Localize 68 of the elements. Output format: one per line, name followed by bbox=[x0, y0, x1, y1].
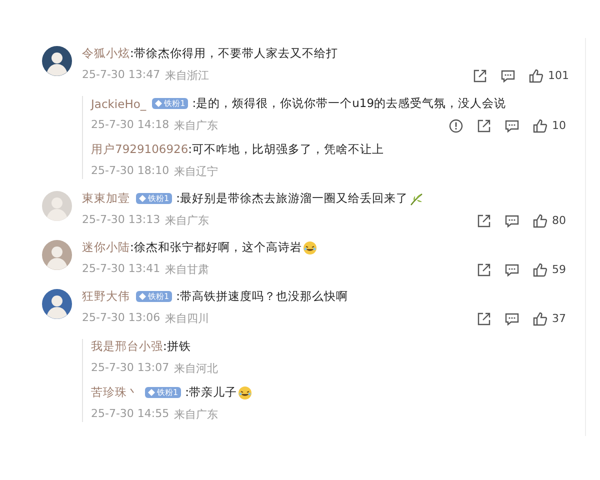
diamond-icon bbox=[155, 100, 162, 107]
location: 来自辽宁 bbox=[174, 164, 218, 179]
location: 来自四川 bbox=[165, 311, 210, 326]
timestamp: 25-7-30 13:41 bbox=[82, 262, 160, 277]
timestamp: 25-7-30 13:07 bbox=[91, 361, 170, 376]
avatar bbox=[42, 191, 72, 221]
location: 来自河北 bbox=[174, 361, 218, 376]
location: 来自广东 bbox=[165, 213, 210, 228]
comment-icon[interactable] bbox=[501, 68, 515, 82]
comment-text: :拼铁 bbox=[163, 339, 191, 354]
comment-text: :带亲儿子 bbox=[185, 385, 237, 400]
user-name[interactable]: 令狐小炫 bbox=[82, 46, 130, 61]
like-button[interactable]: 10 bbox=[533, 118, 569, 132]
avatar bbox=[42, 46, 72, 76]
comment-icon[interactable] bbox=[505, 214, 519, 228]
timestamp: 25-7-30 13:47 bbox=[82, 68, 160, 83]
location: 来自广东 bbox=[174, 118, 218, 133]
comment-text: :带徐杰你得用，不要带人家去又不给打 bbox=[130, 46, 338, 61]
user-name[interactable]: 東東加壹 bbox=[82, 191, 130, 206]
location: 来自浙江 bbox=[165, 68, 210, 83]
timestamp: 25-7-30 14:55 bbox=[91, 407, 170, 422]
share-icon[interactable] bbox=[477, 262, 491, 276]
timestamp: 25-7-30 14:18 bbox=[91, 118, 170, 133]
thumbs-up-icon bbox=[533, 262, 547, 276]
diamond-icon bbox=[148, 389, 155, 396]
diamond-icon bbox=[139, 293, 146, 300]
share-icon[interactable] bbox=[477, 118, 491, 132]
user-name[interactable]: 我是邢台小强 bbox=[91, 339, 163, 354]
comment-text: :带高铁拼速度吗？也没那么快啊 bbox=[176, 289, 348, 304]
user-name[interactable]: JackieHo_ bbox=[91, 96, 146, 110]
comment-icon[interactable] bbox=[505, 118, 519, 132]
badge-label: 铁粉1 bbox=[148, 292, 170, 301]
badge-label: 铁粉1 bbox=[157, 388, 178, 397]
report-icon[interactable] bbox=[449, 118, 463, 132]
laughing-face-icon bbox=[238, 386, 252, 400]
comment-icon[interactable] bbox=[505, 262, 519, 276]
comment-text: :是的，烦得很，你说你带一个u19的去感受气氛，没人会说 bbox=[192, 96, 506, 111]
comment-icon[interactable] bbox=[505, 312, 519, 326]
like-button[interactable]: 59 bbox=[533, 262, 569, 276]
avatar bbox=[42, 289, 72, 319]
share-icon[interactable] bbox=[473, 68, 487, 82]
avatar bbox=[42, 240, 72, 270]
diamond-icon bbox=[139, 195, 146, 202]
location: 来自广东 bbox=[174, 407, 218, 422]
like-button[interactable]: 101 bbox=[529, 68, 569, 82]
user-name[interactable]: 狂野大伟 bbox=[82, 289, 130, 304]
comment-text: :徐杰和张宁都好啊，这个高诗岩 bbox=[130, 240, 302, 255]
user-name[interactable]: 苦珍珠丶 bbox=[91, 385, 139, 400]
like-button[interactable]: 80 bbox=[533, 214, 569, 228]
thumbs-up-icon bbox=[533, 214, 547, 228]
thumbs-up-icon bbox=[533, 118, 547, 132]
timestamp: 25-7-30 18:10 bbox=[91, 164, 170, 179]
badge-label: 铁粉1 bbox=[148, 194, 170, 203]
comment-text: :最好别是带徐杰去旅游溜一圈又给丢回来了 bbox=[176, 191, 408, 206]
like-button[interactable]: 37 bbox=[533, 312, 569, 326]
thumbs-up-icon bbox=[529, 68, 543, 82]
timestamp: 25-7-30 13:13 bbox=[82, 213, 160, 228]
leaf-icon bbox=[408, 192, 423, 206]
laughing-face-icon bbox=[302, 240, 317, 254]
share-icon[interactable] bbox=[477, 214, 491, 228]
user-name[interactable]: 迷你小陆 bbox=[82, 240, 130, 255]
comment-text: :可不咋地，比胡强多了，凭啥不让上 bbox=[188, 142, 384, 157]
user-name[interactable]: 用户7929106926 bbox=[91, 142, 188, 157]
timestamp: 25-7-30 13:06 bbox=[82, 311, 160, 326]
location: 来自甘肃 bbox=[165, 262, 210, 277]
thumbs-up-icon bbox=[533, 312, 547, 326]
badge-label: 铁粉1 bbox=[164, 99, 186, 108]
share-icon[interactable] bbox=[477, 312, 491, 326]
